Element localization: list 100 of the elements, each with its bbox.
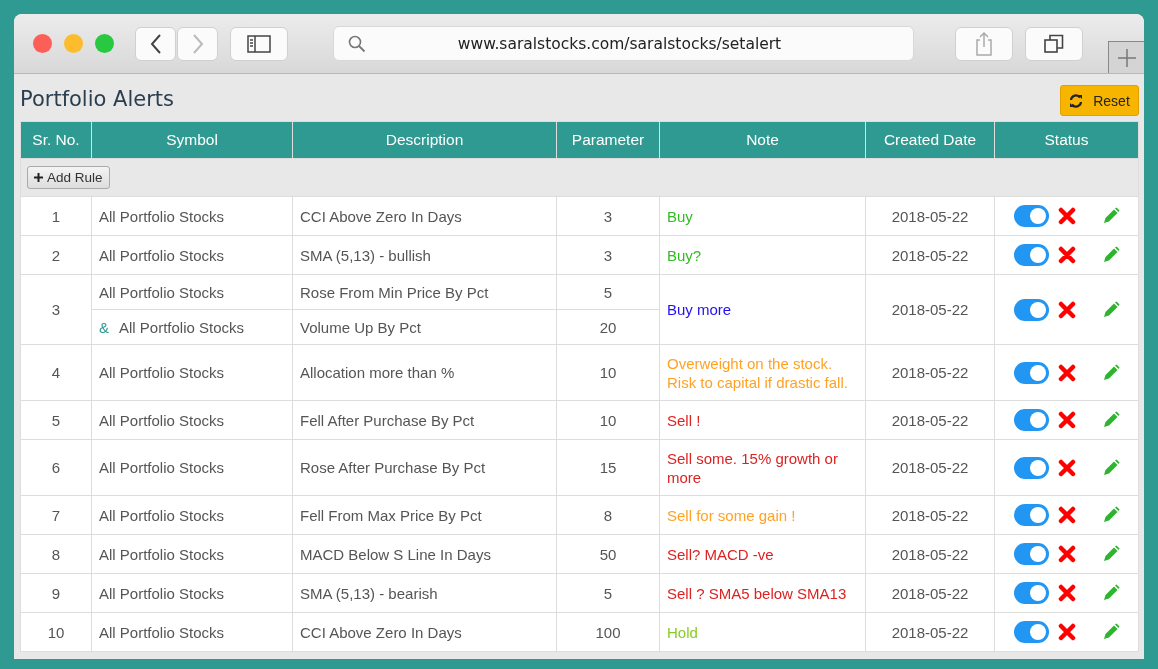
symbol-text: All Portfolio Stocks [99,584,225,602]
symbol-text: All Portfolio Stocks [119,318,245,336]
tabs-icon [1044,33,1064,54]
toggle-switch[interactable] [1013,621,1049,643]
delete-x-icon[interactable] [1057,545,1076,563]
note-text: Buy [667,207,693,225]
description-text: CCI Above Zero In Days [300,207,462,225]
column-header: Description [292,121,557,159]
row-number: 6 [51,459,61,476]
new-tab-button[interactable] [1108,41,1144,73]
row-number: 9 [51,584,61,602]
toggle-switch[interactable] [1013,409,1049,431]
column-header: Note [659,121,866,159]
delete-x-icon[interactable] [1057,411,1076,429]
sidebar-icon [247,34,271,53]
toggle-switch[interactable] [1013,582,1049,604]
tabs-button[interactable] [1025,26,1083,61]
toggle-switch[interactable] [1013,504,1049,526]
row-number: 7 [51,506,61,524]
date-text: 2018-05-22 [891,459,969,476]
symbol-text: All Portfolio Stocks [99,283,225,301]
back-button[interactable] [135,26,176,61]
search-icon [348,34,366,53]
toggle-switch[interactable] [1013,298,1049,321]
note-text: Sell? MACD -ve [667,545,774,563]
description-text: Allocation more than % [300,364,455,381]
toggle-switch[interactable] [1013,456,1049,479]
parameter-text: 5 [603,584,613,602]
pencil-icon[interactable] [1101,300,1120,319]
delete-x-icon[interactable] [1057,363,1076,382]
row-number: 2 [51,246,61,264]
pencil-icon[interactable] [1101,458,1120,477]
pencil-icon[interactable] [1101,506,1120,524]
symbol-text: All Portfolio Stocks [99,246,225,264]
refresh-icon [1069,93,1084,108]
close-button[interactable] [33,34,52,53]
parameter-text: 15 [599,459,617,476]
date-text: 2018-05-22 [891,301,969,318]
column-header: Created Date [865,121,995,159]
toggle-switch[interactable] [1013,205,1049,227]
page-title: Portfolio Alerts [20,87,174,111]
parameter-text: 50 [599,545,617,563]
sidebar-button[interactable] [230,26,288,61]
description-text: Rose From Min Price By Pct [300,283,489,301]
symbol-text: All Portfolio Stocks [99,623,225,641]
reset-button[interactable]: Reset [1060,85,1139,116]
note-text: Overweight on the stock. Risk to capital if drastic fall. [667,354,848,391]
description-text: CCI Above Zero In Days [300,623,462,641]
date-text: 2018-05-22 [891,246,969,264]
date-text: 2018-05-22 [891,506,969,524]
date-text: 2018-05-22 [891,411,969,429]
pencil-icon[interactable] [1101,545,1120,563]
description-text: SMA (5,13) - bullish [300,246,431,264]
chevron-right-icon [191,32,204,55]
delete-x-icon[interactable] [1057,584,1076,602]
note-text: Sell some. 15% growth or more [667,449,838,486]
delete-x-icon[interactable] [1057,506,1076,524]
pencil-icon[interactable] [1101,207,1120,225]
toggle-switch[interactable] [1013,244,1049,266]
parameter-text: 20 [599,318,617,336]
delete-x-icon[interactable] [1057,246,1076,264]
delete-x-icon[interactable] [1057,623,1076,641]
pencil-icon[interactable] [1101,363,1120,382]
symbol-text: All Portfolio Stocks [99,545,225,563]
joiner-text: & [99,318,109,336]
column-header: Parameter [556,121,660,159]
toggle-switch[interactable] [1013,361,1049,384]
symbol-text: All Portfolio Stocks [99,506,225,524]
plus-icon [34,173,43,182]
note-text: Buy? [667,246,702,264]
description-text: MACD Below S Line In Days [300,545,491,563]
parameter-text: 5 [603,283,613,301]
date-text: 2018-05-22 [891,207,969,225]
plus-icon [1117,48,1136,67]
parameter-text: 8 [603,506,613,524]
pencil-icon[interactable] [1101,623,1120,641]
description-text: SMA (5,13) - bearish [300,584,438,602]
note-text: Sell ! [667,411,701,429]
add-rule-button[interactable]: Add Rule [27,166,110,189]
note-text: Sell ? SMA5 below SMA13 [667,584,847,602]
description-text: Rose After Purchase By Pct [300,459,486,476]
delete-x-icon[interactable] [1057,458,1076,477]
share-icon [975,31,993,56]
symbol-text: All Portfolio Stocks [99,207,225,225]
description-text: Volume Up By Pct [300,318,421,336]
toggle-switch[interactable] [1013,543,1049,565]
row-number: 8 [51,545,61,563]
parameter-text: 3 [603,207,613,225]
maximize-button[interactable] [95,34,114,53]
row-number: 1 [51,207,61,225]
pencil-icon[interactable] [1101,246,1120,264]
pencil-icon[interactable] [1101,584,1120,602]
delete-x-icon[interactable] [1057,207,1076,225]
date-text: 2018-05-22 [891,623,969,641]
share-button[interactable] [955,26,1013,61]
pencil-icon[interactable] [1101,411,1120,429]
delete-x-icon[interactable] [1057,300,1076,319]
address-bar[interactable]: www.saralstocks.com/saralstocks/setalert [333,26,914,61]
symbol-text: All Portfolio Stocks [99,364,225,381]
note-text: Buy more [667,301,732,318]
